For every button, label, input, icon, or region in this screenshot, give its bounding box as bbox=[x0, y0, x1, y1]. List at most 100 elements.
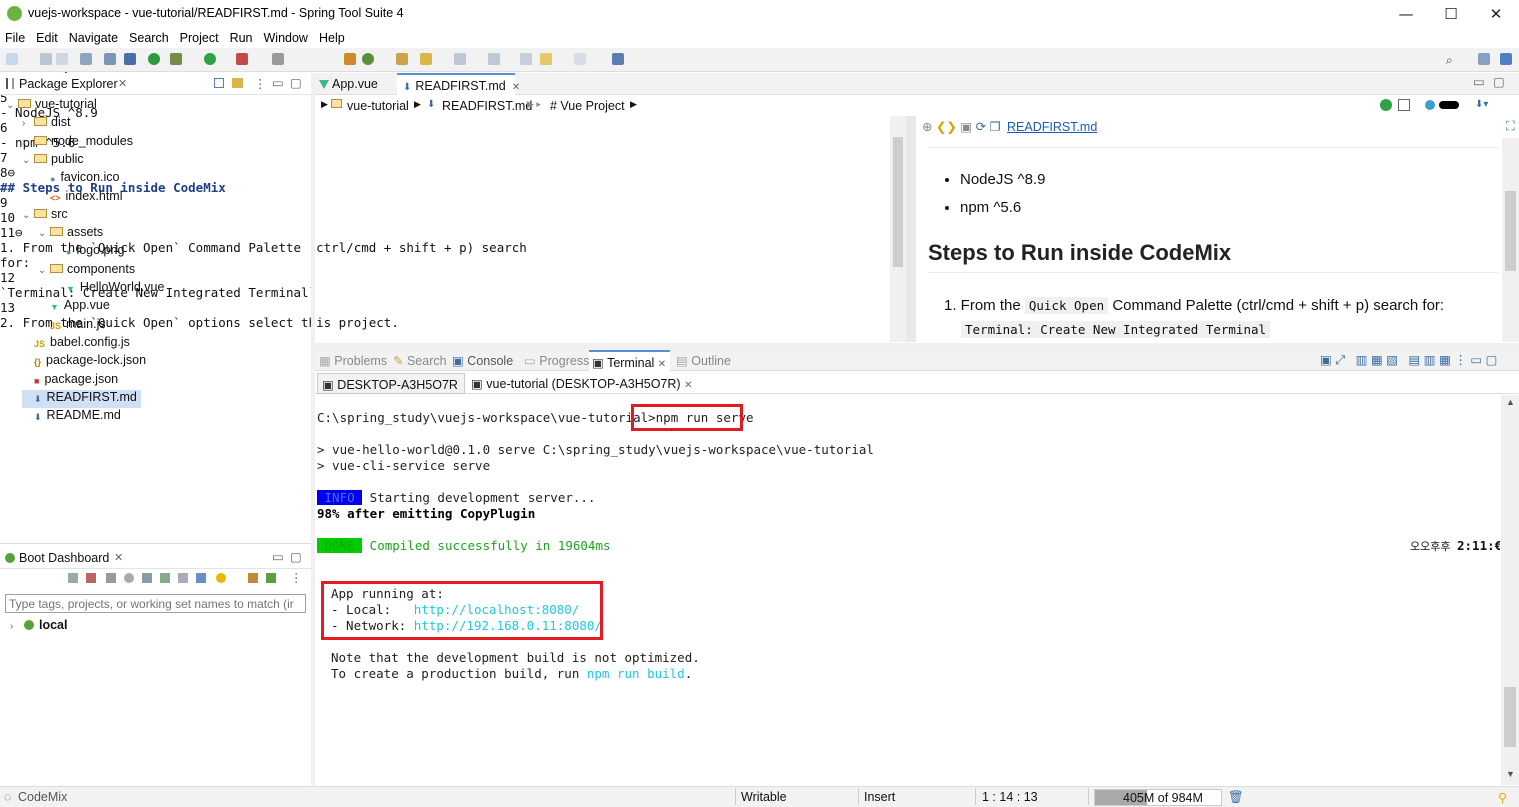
close-tab-icon[interactable]: ✕ bbox=[118, 77, 127, 90]
save-icon[interactable] bbox=[40, 53, 52, 65]
tree-item-node-modules[interactable]: › node_modules bbox=[22, 134, 133, 152]
markdown-editor[interactable] bbox=[0, 0, 1, 1]
tab-search[interactable]: ✎ Search bbox=[393, 353, 447, 368]
next-annotation-icon[interactable] bbox=[454, 53, 466, 65]
close-button[interactable]: ✕ bbox=[1473, 0, 1519, 28]
preview-scrollbar[interactable] bbox=[1502, 138, 1519, 342]
expand-icon[interactable]: ⌄ bbox=[38, 265, 50, 276]
preview-toolbar-icons[interactable]: ⊕ ❮❯ ▣ ⟳ ❐ bbox=[922, 119, 1001, 134]
maximize-editor-icon[interactable]: ▢ bbox=[1493, 74, 1505, 89]
tab-problems[interactable]: ▦ Problems bbox=[319, 353, 387, 368]
run-icon[interactable] bbox=[204, 53, 216, 65]
maximize-view-icon[interactable]: ▢ bbox=[290, 75, 302, 90]
expand-icon[interactable]: ⌄ bbox=[22, 155, 34, 166]
pin-editor-icon[interactable] bbox=[612, 53, 624, 65]
maximize-view-icon[interactable]: ▢ bbox=[290, 549, 302, 564]
prev-annotation-icon[interactable] bbox=[488, 53, 500, 65]
search-tool-icon[interactable] bbox=[420, 53, 432, 65]
breadcrumb-heading[interactable]: # Vue Project bbox=[550, 99, 625, 113]
expand-icon[interactable]: ⌄ bbox=[22, 210, 34, 221]
view-menu-icon[interactable]: ⋮ bbox=[290, 570, 303, 585]
package-explorer-title[interactable]: Package Explorer bbox=[19, 77, 118, 91]
tab-readfirst-md[interactable]: ⬇ READFIRST.md ✕ bbox=[397, 73, 520, 95]
search-icon[interactable]: ⌕ bbox=[1446, 53, 1453, 68]
tree-item-readme-md[interactable]: ⬇ README.md bbox=[22, 408, 121, 426]
tab-outline[interactable]: ▤ Outline bbox=[676, 353, 731, 368]
new-icon[interactable] bbox=[6, 53, 18, 65]
run-preview-icon[interactable] bbox=[1380, 99, 1392, 111]
tree-item-main-js[interactable]: JS main.js bbox=[38, 317, 106, 335]
expand-icon[interactable]: › bbox=[22, 118, 34, 129]
tab-app-vue[interactable]: App.vue bbox=[315, 73, 395, 95]
new-package-icon[interactable] bbox=[344, 53, 356, 65]
menu-window[interactable]: Window bbox=[253, 28, 308, 48]
forward-icon[interactable] bbox=[574, 53, 586, 65]
boot-icon[interactable] bbox=[148, 53, 160, 65]
close-tab-icon[interactable]: ✕ bbox=[512, 82, 520, 93]
skip-breakpoints-icon[interactable] bbox=[104, 53, 116, 65]
menu-navigate[interactable]: Navigate bbox=[58, 28, 118, 48]
tree-item-public[interactable]: ⌄ public bbox=[22, 152, 84, 170]
tab-terminal[interactable]: ▣ Terminal ✕ bbox=[589, 350, 671, 371]
minimize-button[interactable]: — bbox=[1383, 0, 1429, 28]
boot-local-item[interactable]: › local bbox=[10, 618, 68, 636]
link-editor-icon[interactable] bbox=[232, 78, 243, 88]
tree-item-app-vue[interactable]: ▼ App.vue bbox=[38, 298, 110, 316]
breadcrumb-file[interactable]: READFIRST.md bbox=[442, 99, 532, 113]
menu-edit[interactable]: Edit bbox=[25, 28, 58, 48]
terminal-preview-icon[interactable] bbox=[1398, 99, 1410, 111]
tree-item-favicon-ico[interactable]: ● favicon.ico bbox=[38, 170, 120, 188]
tree-item-components[interactable]: ⌄ components bbox=[38, 262, 135, 280]
tree-item-src[interactable]: ⌄ src bbox=[22, 207, 68, 225]
editor-scrollbar[interactable] bbox=[890, 116, 906, 342]
menu-project[interactable]: Project bbox=[169, 28, 219, 48]
menu-run[interactable]: Run bbox=[219, 28, 253, 48]
tree-item-package-json[interactable]: ■ package.json bbox=[22, 372, 118, 390]
menu-file[interactable]: File bbox=[0, 28, 25, 48]
minimize-view-icon[interactable]: ▭ bbox=[272, 549, 284, 564]
maximize-button[interactable]: ☐ bbox=[1428, 0, 1474, 28]
external-tools-icon[interactable] bbox=[236, 53, 248, 65]
preview-file-link[interactable]: READFIRST.md bbox=[1007, 120, 1097, 134]
expand-icon[interactable]: › bbox=[10, 621, 22, 632]
open-type-icon[interactable] bbox=[396, 53, 408, 65]
tree-item-dist[interactable]: › dist bbox=[22, 115, 70, 133]
terminal-icon[interactable] bbox=[80, 53, 92, 65]
notification-icon[interactable]: ⚲ bbox=[1498, 790, 1507, 805]
save-all-icon[interactable] bbox=[56, 53, 68, 65]
stop-server-icon[interactable] bbox=[272, 53, 284, 65]
boot-filter-input[interactable] bbox=[5, 594, 306, 613]
tree-item-readfirst-md[interactable]: ⬇ READFIRST.md bbox=[22, 389, 141, 408]
last-edit-icon[interactable] bbox=[520, 53, 532, 65]
terminal-scrollbar[interactable]: ▲ ▼ bbox=[1501, 395, 1519, 785]
tree-item-babel-config-js[interactable]: JS babel.config.js bbox=[22, 335, 130, 353]
perspective-icon[interactable] bbox=[1500, 53, 1512, 65]
tab-vue-tutorial-session[interactable]: ▣ vue-tutorial (DESKTOP-A3H5O7R) ✕ bbox=[465, 372, 705, 394]
debug-icon[interactable] bbox=[170, 53, 182, 65]
tab-progress[interactable]: ▭ Progress bbox=[524, 353, 589, 368]
menu-search[interactable]: Search bbox=[118, 28, 169, 48]
expand-icon[interactable]: › bbox=[22, 137, 34, 148]
close-tab-icon[interactable]: ✕ bbox=[114, 551, 123, 564]
menu-help[interactable]: Help bbox=[308, 28, 345, 48]
tree-item-package-lock-json[interactable]: {} package-lock.json bbox=[22, 353, 146, 371]
collapse-all-icon[interactable] bbox=[214, 78, 224, 88]
toggle-icon[interactable] bbox=[1439, 101, 1459, 109]
minimize-view-icon[interactable]: ▭ bbox=[272, 75, 284, 90]
live-preview-icon[interactable] bbox=[1425, 100, 1435, 110]
heap-status[interactable]: 405M of 984M bbox=[1094, 789, 1222, 806]
tab-desktop-session[interactable]: ▣ DESKTOP-A3H5O7R bbox=[317, 373, 465, 394]
tree-item-index-html[interactable]: <> index.html bbox=[38, 189, 123, 207]
new-class-icon[interactable] bbox=[362, 53, 374, 65]
expand-icon[interactable]: ⌄ bbox=[38, 228, 50, 239]
back-icon[interactable] bbox=[540, 53, 552, 65]
tab-console[interactable]: ▣ Console bbox=[452, 353, 513, 368]
expand-preview-icon[interactable]: ⛶ bbox=[1506, 119, 1515, 134]
terminal-toolbar-icons[interactable]: ▣ ⤢ ▥ ▦ ▧ ▤ ▥ ▦ ⋮ ▭ ▢ bbox=[1320, 352, 1497, 368]
status-codemix[interactable]: CodeMix bbox=[18, 790, 67, 804]
tree-item-helloworld-vue[interactable]: ▼ HelloWorld.vue bbox=[54, 280, 164, 298]
minimize-editor-icon[interactable]: ▭ bbox=[1473, 74, 1485, 89]
view-menu-icon[interactable]: ⋮ bbox=[254, 76, 267, 91]
open-perspective-icon[interactable] bbox=[1478, 53, 1490, 65]
expand-icon[interactable]: ⌄ bbox=[6, 100, 18, 111]
